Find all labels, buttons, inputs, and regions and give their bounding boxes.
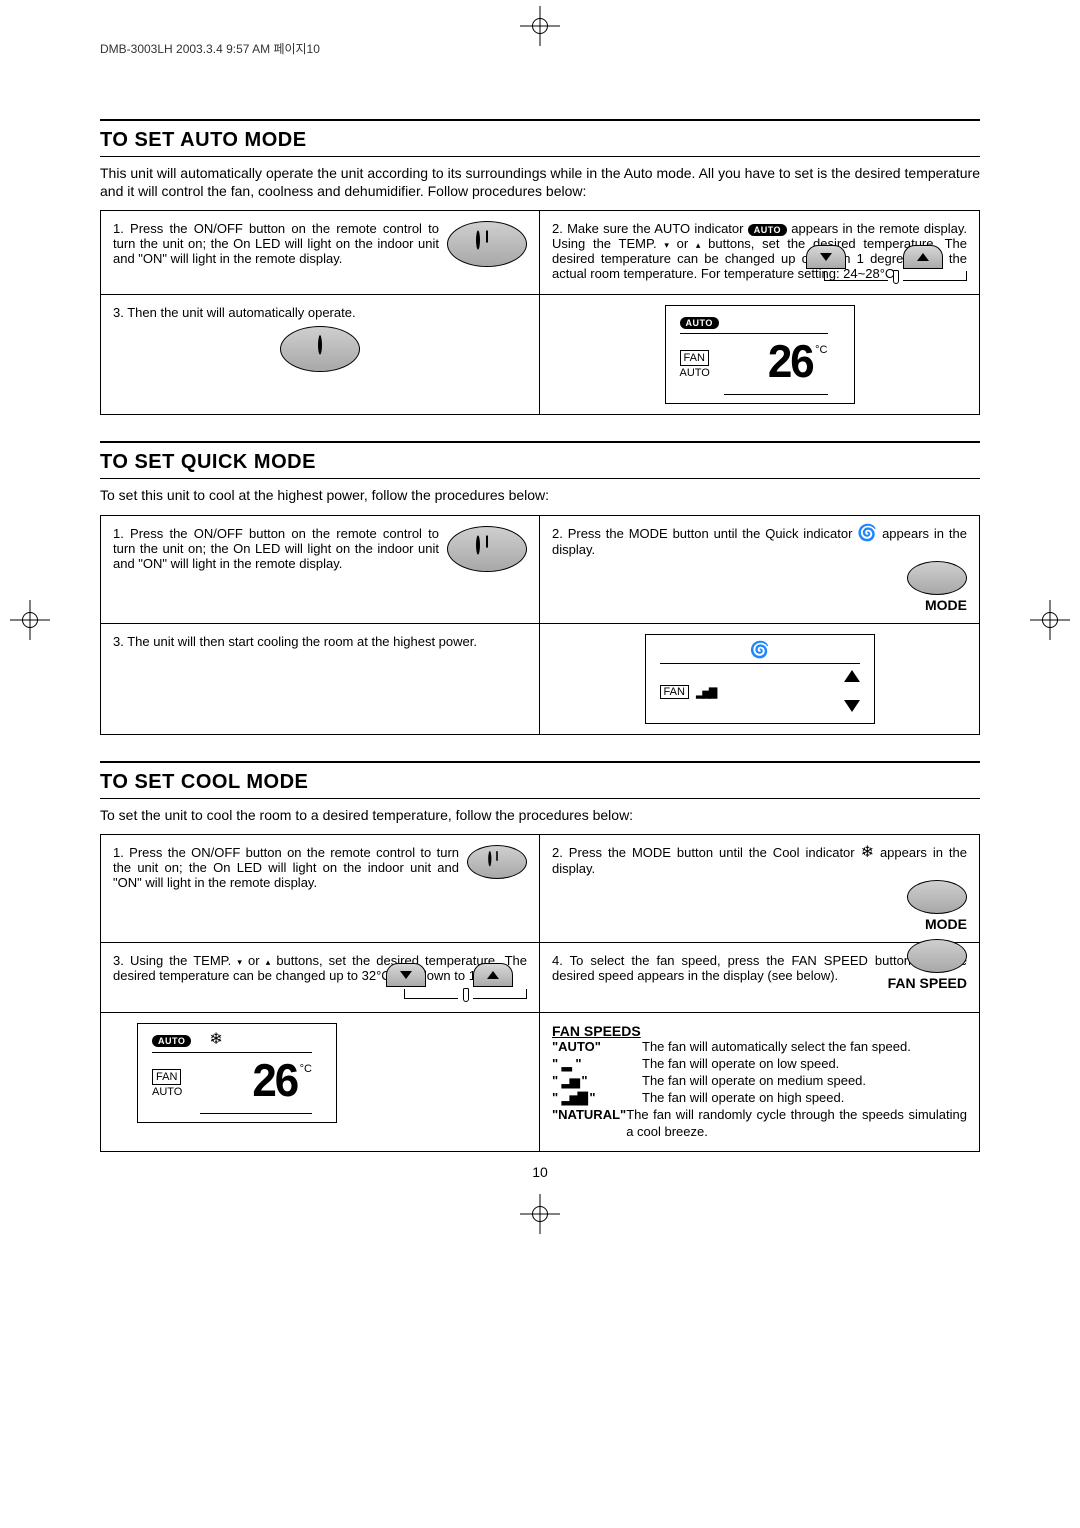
temp-up-button [903,245,943,269]
auto-label: AUTO [680,367,710,379]
cool-display: AUTO ❄ FAN AUTO 26 °C [101,1013,540,1151]
fanspeed-label-auto: "AUTO" [552,1039,642,1056]
page-number: 10 [100,1164,980,1180]
thin-rule [100,798,980,799]
cool-step1: 1. Press the ON/OFF button on the remote… [101,835,540,943]
temp-display: 26 [749,338,812,393]
fanspeed-desc: The fan will automatically select the fa… [642,1039,911,1056]
power-button-icon [447,221,527,267]
step-text: 1. Press the ON/OFF button on the remote… [113,845,459,890]
intro-auto: This unit will automatically operate the… [100,165,980,200]
power-button-icon [447,526,527,572]
step-text: 1. Press the ON/OFF button on the remote… [113,526,439,571]
arrow-down-icon: ▾ [237,957,242,967]
deg-c: °C [300,1063,312,1075]
auto-pill-icon: AUTO [748,224,787,236]
fanspeed-row: " " The fan will operate on high speed. [552,1090,967,1107]
step-text: or [677,236,696,251]
arrow-up-icon [844,670,860,682]
step-text: 2. Press the MODE button until the Cool … [552,845,861,860]
auto-display: AUTO FAN AUTO 26 °C [540,295,979,414]
step-text: 2. Press the MODE button until the Quick… [552,526,857,541]
quick-step3: 3. The unit will then start cooling the … [101,624,540,734]
swirl-icon: 🌀 [857,526,877,542]
section-title-quick: TO SET QUICK MODE [100,451,980,474]
fanspeed-desc: The fan will randomly cycle through the … [626,1107,967,1141]
print-header: DMB-3003LH 2003.3.4 9:57 AM 페이지10 [100,40,980,59]
intro-cool: To set the unit to cool the room to a de… [100,807,980,825]
quick-display: 🌀 FAN [540,624,979,734]
grid-quick: 1. Press the ON/OFF button on the remote… [100,515,980,735]
fanspeed-row: " " The fan will operate on medium speed… [552,1073,967,1090]
auto-label: AUTO [152,1086,182,1098]
grid-auto: 1. Press the ON/OFF button on the remote… [100,210,980,415]
fanspeed-label-natural: "NATURAL" [552,1107,626,1141]
temp-down-button [386,963,426,987]
fanspeed-desc: The fan will operate on high speed. [642,1090,844,1107]
swirl-icon: 🌀 [750,643,770,659]
intro-quick: To set this unit to cool at the highest … [100,487,980,505]
section-rule [100,441,980,443]
fan-box: FAN [680,350,709,366]
section-rule [100,761,980,763]
step-text: 2. Make sure the AUTO indicator [552,221,748,236]
auto-step3: 3. Then the unit will automatically oper… [101,295,540,414]
snowflake-icon: ❄ [209,1032,222,1048]
mode-button-icon [907,561,967,595]
fanspeeds-title: FAN SPEEDS [552,1023,967,1039]
arrow-up-icon: ▴ [696,240,701,250]
snowflake-icon: ❄ [861,845,874,861]
auto-step2: 2. Make sure the AUTO indicator AUTO app… [540,211,979,295]
fan-bars-med-icon: " " [552,1073,642,1090]
cool-step4: 4. To select the fan speed, press the FA… [540,943,979,1013]
fan-speeds-box: FAN SPEEDS "AUTO" The fan will automatic… [540,1013,979,1151]
temp-up-button [473,963,513,987]
fanspeed-desc: The fan will operate on medium speed. [642,1073,866,1090]
fan-bars-high-icon [696,686,715,699]
thin-rule [100,478,980,479]
grid-cool: 1. Press the ON/OFF button on the remote… [100,834,980,1152]
thin-rule [100,156,980,157]
mode-label: MODE [552,597,967,613]
arrow-up-icon: ▴ [266,957,271,967]
temp-down-button [806,245,846,269]
auto-step1: 1. Press the ON/OFF button on the remote… [101,211,540,295]
fanspeed-row: " " The fan will operate on low speed. [552,1056,967,1073]
mode-label: MODE [552,916,967,932]
section-title-auto: TO SET AUTO MODE [100,129,980,152]
step-text: 1. Press the ON/OFF button on the remote… [113,221,439,266]
fan-box: FAN [660,685,689,699]
mode-button-icon [907,880,967,914]
step-text: 3. Then the unit will automatically oper… [113,305,356,320]
thermometer-icon [463,988,469,1002]
section-rule [100,119,980,121]
step-text: 3. The unit will then start cooling the … [113,634,477,649]
deg-c: °C [815,344,827,356]
fanspeed-desc: The fan will operate on low speed. [642,1056,839,1073]
auto-pill-icon: AUTO [680,317,719,329]
step-text: 3. Using the TEMP. [113,953,237,968]
section-title-cool: TO SET COOL MODE [100,771,980,794]
power-button-icon [467,845,527,879]
register-mark-bottom [520,1194,560,1234]
fan-box: FAN [152,1069,181,1085]
auto-pill-icon: AUTO [152,1035,191,1047]
quick-step2: 2. Press the MODE button until the Quick… [540,516,979,624]
step-text: or [248,953,266,968]
cool-step2: 2. Press the MODE button until the Cool … [540,835,979,943]
cool-step3: 3. Using the TEMP. ▾ or ▴ buttons, set t… [101,943,540,1013]
fanspeed-row: "NATURAL" The fan will randomly cycle th… [552,1107,967,1141]
temp-display: 26 [233,1057,296,1112]
arrow-down-icon [844,700,860,712]
quick-step1: 1. Press the ON/OFF button on the remote… [101,516,540,624]
fan-bars-high-icon: " " [552,1090,642,1107]
power-button-icon [280,326,360,372]
fanspeed-row: "AUTO" The fan will automatically select… [552,1039,967,1056]
arrow-down-icon: ▾ [664,240,669,250]
fanspeed-button-icon [907,939,967,973]
fan-bars-low-icon: " " [552,1056,642,1073]
